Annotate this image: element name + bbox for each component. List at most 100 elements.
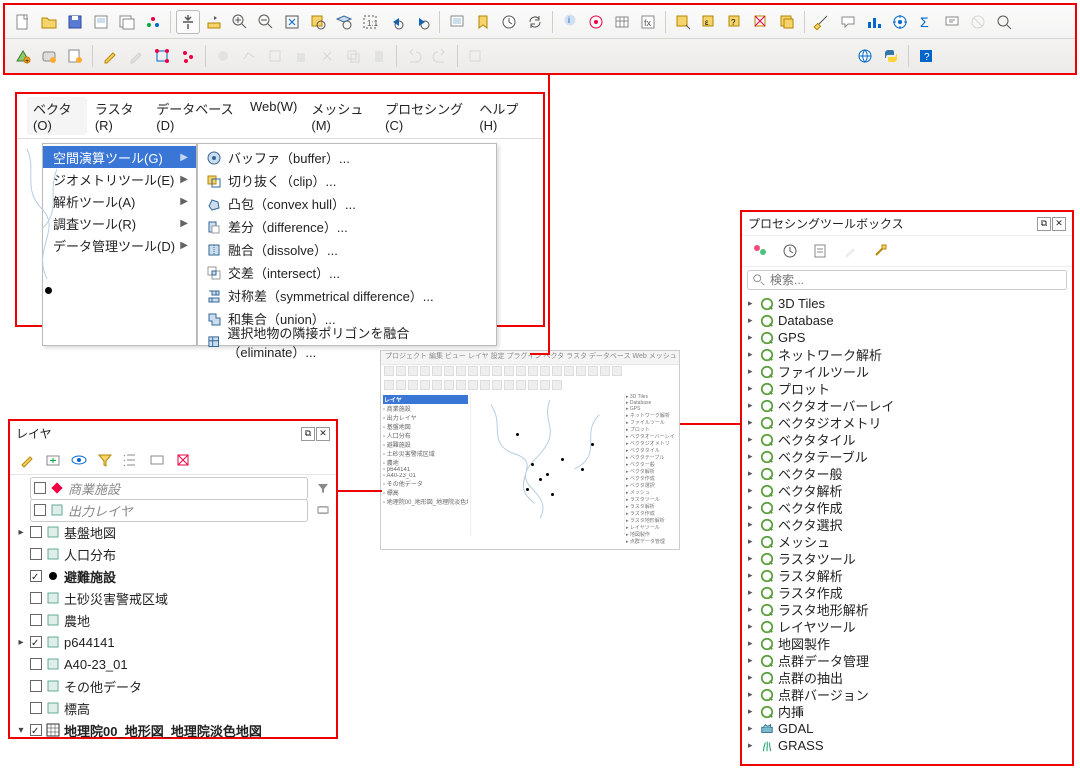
tree-toggle-icon[interactable]: ▸ — [748, 655, 756, 666]
zoom-full-icon[interactable] — [280, 10, 304, 34]
select-rect-icon[interactable] — [671, 10, 695, 34]
processing-group[interactable]: ▸ベクタ解析 — [746, 482, 1068, 499]
filter-icon[interactable] — [316, 481, 330, 495]
save-icon[interactable] — [63, 10, 87, 34]
processing-group[interactable]: ▸ベクタジオメトリ — [746, 414, 1068, 431]
filter-legend-icon[interactable] — [94, 449, 116, 471]
layer-row[interactable]: 出力レイヤ — [14, 499, 332, 521]
processing-group[interactable]: ▸プロット — [746, 380, 1068, 397]
checkbox[interactable] — [30, 570, 42, 582]
submenu-intersect[interactable]: 交差（intersect）... — [198, 261, 496, 284]
checkbox[interactable] — [30, 526, 42, 538]
tree-toggle-icon[interactable]: ▸ — [748, 502, 756, 513]
new-print-layout-icon[interactable] — [89, 10, 113, 34]
tree-toggle-icon[interactable]: ▸ — [748, 417, 756, 428]
processing-search[interactable] — [747, 270, 1067, 290]
checkbox[interactable] — [30, 592, 42, 604]
layer-row[interactable]: ▸ p644141 — [14, 631, 332, 653]
processing-group[interactable]: ▸GDAL — [746, 720, 1068, 737]
processing-group[interactable]: ▸レイヤツール — [746, 618, 1068, 635]
layer-row[interactable]: A40-23_01 — [14, 653, 332, 675]
collapse-all-icon[interactable] — [146, 449, 168, 471]
processing-group[interactable]: ▸ファイルツール — [746, 363, 1068, 380]
zoom-last-icon[interactable] — [384, 10, 408, 34]
processing-group[interactable]: ▸点群バージョン — [746, 686, 1068, 703]
open-project-icon[interactable] — [37, 10, 61, 34]
close-icon[interactable]: ✕ — [1052, 217, 1066, 231]
menu-database[interactable]: データベース(D) — [150, 97, 242, 135]
new-geopackage-icon[interactable] — [37, 44, 61, 68]
layer-row[interactable]: 人口分布 — [14, 543, 332, 565]
processing-group[interactable]: ▸ラスタツール — [746, 550, 1068, 567]
tree-toggle-icon[interactable]: ▸ — [16, 637, 26, 648]
submenu-difference[interactable]: 差分（difference）... — [198, 215, 496, 238]
layer-row[interactable]: その他データ — [14, 675, 332, 697]
tree-toggle-icon[interactable]: ▸ — [748, 536, 756, 547]
tree-toggle-icon[interactable]: ▸ — [748, 400, 756, 411]
processing-group[interactable]: ▸ラスタ作成 — [746, 584, 1068, 601]
processing-group[interactable]: ▸ベクタテーブル — [746, 448, 1068, 465]
tree-toggle-icon[interactable]: ▸ — [748, 366, 756, 377]
map-tips-icon[interactable] — [836, 10, 860, 34]
new-map-view-icon[interactable] — [445, 10, 469, 34]
add-vector-icon[interactable]: + — [11, 44, 35, 68]
processing-group[interactable]: ▸地図製作 — [746, 635, 1068, 652]
menu-vector[interactable]: ベクタ(O) — [27, 97, 87, 135]
submenu-buffer[interactable]: バッファ（buffer）... — [198, 146, 496, 169]
pan-icon[interactable] — [176, 10, 200, 34]
zoom-layer-icon[interactable] — [332, 10, 356, 34]
action-icon[interactable] — [584, 10, 608, 34]
layer-row[interactable]: 土砂災害警戒区域 — [14, 587, 332, 609]
checkbox[interactable] — [34, 504, 46, 516]
processing-group[interactable]: ▸ベクタオーバーレイ — [746, 397, 1068, 414]
help-dropdown-icon[interactable] — [992, 10, 1016, 34]
select-all-icon[interactable] — [775, 10, 799, 34]
checkbox[interactable] — [30, 702, 42, 714]
history-icon[interactable] — [778, 239, 802, 263]
temporal-icon[interactable] — [497, 10, 521, 34]
new-point-icon[interactable] — [176, 44, 200, 68]
layer-row[interactable]: 標高 — [14, 697, 332, 719]
help-icon[interactable]: ? — [914, 44, 938, 68]
layer-row[interactable]: 商業施設 — [14, 477, 332, 499]
undock-icon[interactable]: ⧉ — [1037, 217, 1051, 231]
submenu-clip[interactable]: 切り抜く（clip）... — [198, 169, 496, 192]
checkbox[interactable] — [30, 614, 42, 626]
digitize-shape-icon[interactable] — [150, 44, 174, 68]
close-icon[interactable]: ✕ — [316, 427, 330, 441]
annotations-icon[interactable] — [940, 10, 964, 34]
menu-processing[interactable]: プロセシング(C) — [379, 97, 471, 135]
tree-toggle-icon[interactable]: ▾ — [16, 725, 26, 736]
processing-group[interactable]: ▸ベクタ選択 — [746, 516, 1068, 533]
layer-row[interactable]: ▾ 地理院00_地形図_地理院淡色地図 — [14, 719, 332, 741]
select-value-icon[interactable]: ε — [697, 10, 721, 34]
checkbox[interactable] — [30, 658, 42, 670]
processing-group[interactable]: ▸メッシュ — [746, 533, 1068, 550]
add-group-icon[interactable] — [42, 449, 64, 471]
tree-toggle-icon[interactable]: ▸ — [748, 451, 756, 462]
processing-group[interactable]: ▸GPS — [746, 329, 1068, 346]
results-icon[interactable] — [808, 239, 832, 263]
submenu-sym-difference[interactable]: 対称差（symmetrical difference）... — [198, 284, 496, 307]
layer-row[interactable]: 農地 — [14, 609, 332, 631]
pan-to-selection-icon[interactable] — [202, 10, 226, 34]
refresh-icon[interactable] — [523, 10, 547, 34]
toggle-editing-icon[interactable] — [98, 44, 122, 68]
model-designer-icon[interactable] — [748, 239, 772, 263]
undock-icon[interactable]: ⧉ — [301, 427, 315, 441]
zoom-native-icon[interactable]: 1:1 — [358, 10, 382, 34]
tree-toggle-icon[interactable]: ▸ — [748, 315, 756, 326]
tree-toggle-icon[interactable]: ▸ — [748, 434, 756, 445]
tree-toggle-icon[interactable]: ▸ — [748, 570, 756, 581]
toolbox-icon[interactable] — [888, 10, 912, 34]
tree-toggle-icon[interactable]: ▸ — [748, 672, 756, 683]
processing-group[interactable]: ▸GRASS — [746, 737, 1068, 754]
open-table-icon[interactable] — [610, 10, 634, 34]
menu-mesh[interactable]: メッシュ(M) — [305, 97, 377, 135]
field-calc-icon[interactable]: fx — [636, 10, 660, 34]
checkbox[interactable] — [30, 548, 42, 560]
search-input[interactable] — [770, 273, 1062, 287]
zoom-in-icon[interactable] — [228, 10, 252, 34]
tree-toggle-icon[interactable]: ▸ — [748, 553, 756, 564]
zoom-out-icon[interactable] — [254, 10, 278, 34]
